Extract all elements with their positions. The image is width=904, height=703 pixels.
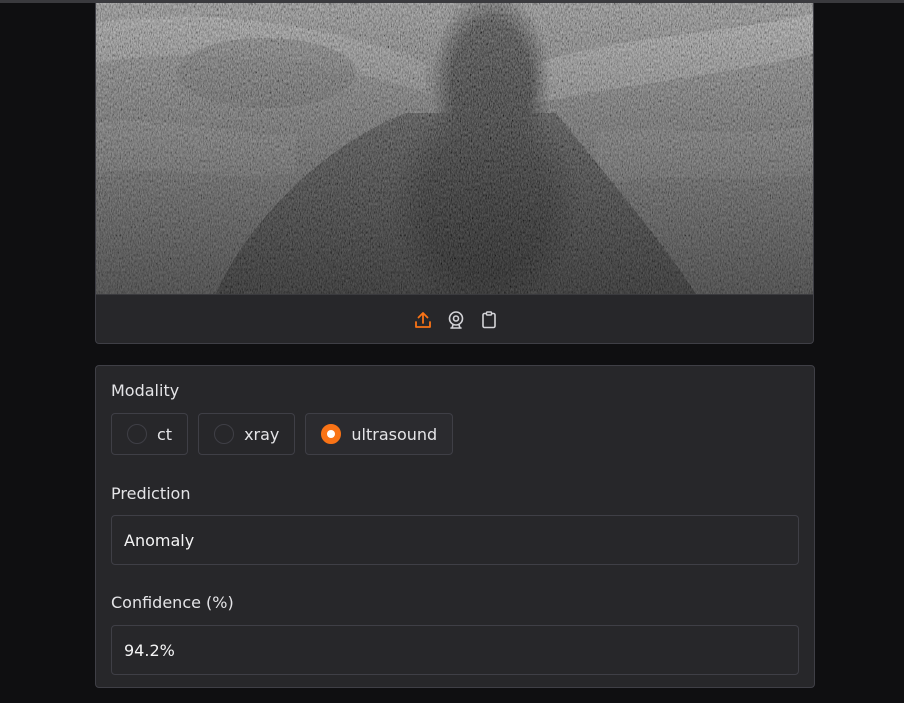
radio-option-label: ultrasound	[351, 424, 438, 444]
clipboard-button[interactable]	[479, 310, 499, 330]
radio-circle-icon	[214, 424, 235, 444]
modality-label: Modality	[111, 381, 180, 400]
webcam-button[interactable]	[446, 310, 466, 330]
radio-checked-icon	[321, 424, 342, 444]
upload-icon	[414, 311, 431, 328]
image-upload-panel[interactable]	[95, 3, 814, 344]
clipboard-icon	[481, 310, 496, 328]
radio-option-label: xray	[244, 424, 280, 444]
confidence-label: Confidence (%)	[111, 593, 234, 612]
prediction-output[interactable]: Anomaly	[111, 515, 799, 565]
image-source-toolbar	[96, 294, 813, 343]
radio-option-ultrasound[interactable]: ultrasound	[305, 413, 454, 455]
radio-circle-icon	[127, 424, 147, 444]
modality-radio-group: ct xray ultrasound	[111, 413, 454, 455]
prediction-label: Prediction	[111, 484, 191, 503]
ultrasound-image	[96, 3, 813, 294]
results-panel: Modality ct xray ultrasound Prediction A…	[95, 365, 815, 688]
webcam-icon	[448, 310, 463, 329]
radio-option-label: ct	[157, 424, 173, 444]
upload-button[interactable]	[413, 310, 433, 330]
radio-option-ct[interactable]: ct	[111, 413, 189, 455]
prediction-value: Anomaly	[124, 530, 195, 550]
radio-option-xray[interactable]: xray	[198, 413, 296, 455]
confidence-value: 94.2%	[124, 640, 175, 660]
confidence-output[interactable]: 94.2%	[111, 625, 799, 675]
